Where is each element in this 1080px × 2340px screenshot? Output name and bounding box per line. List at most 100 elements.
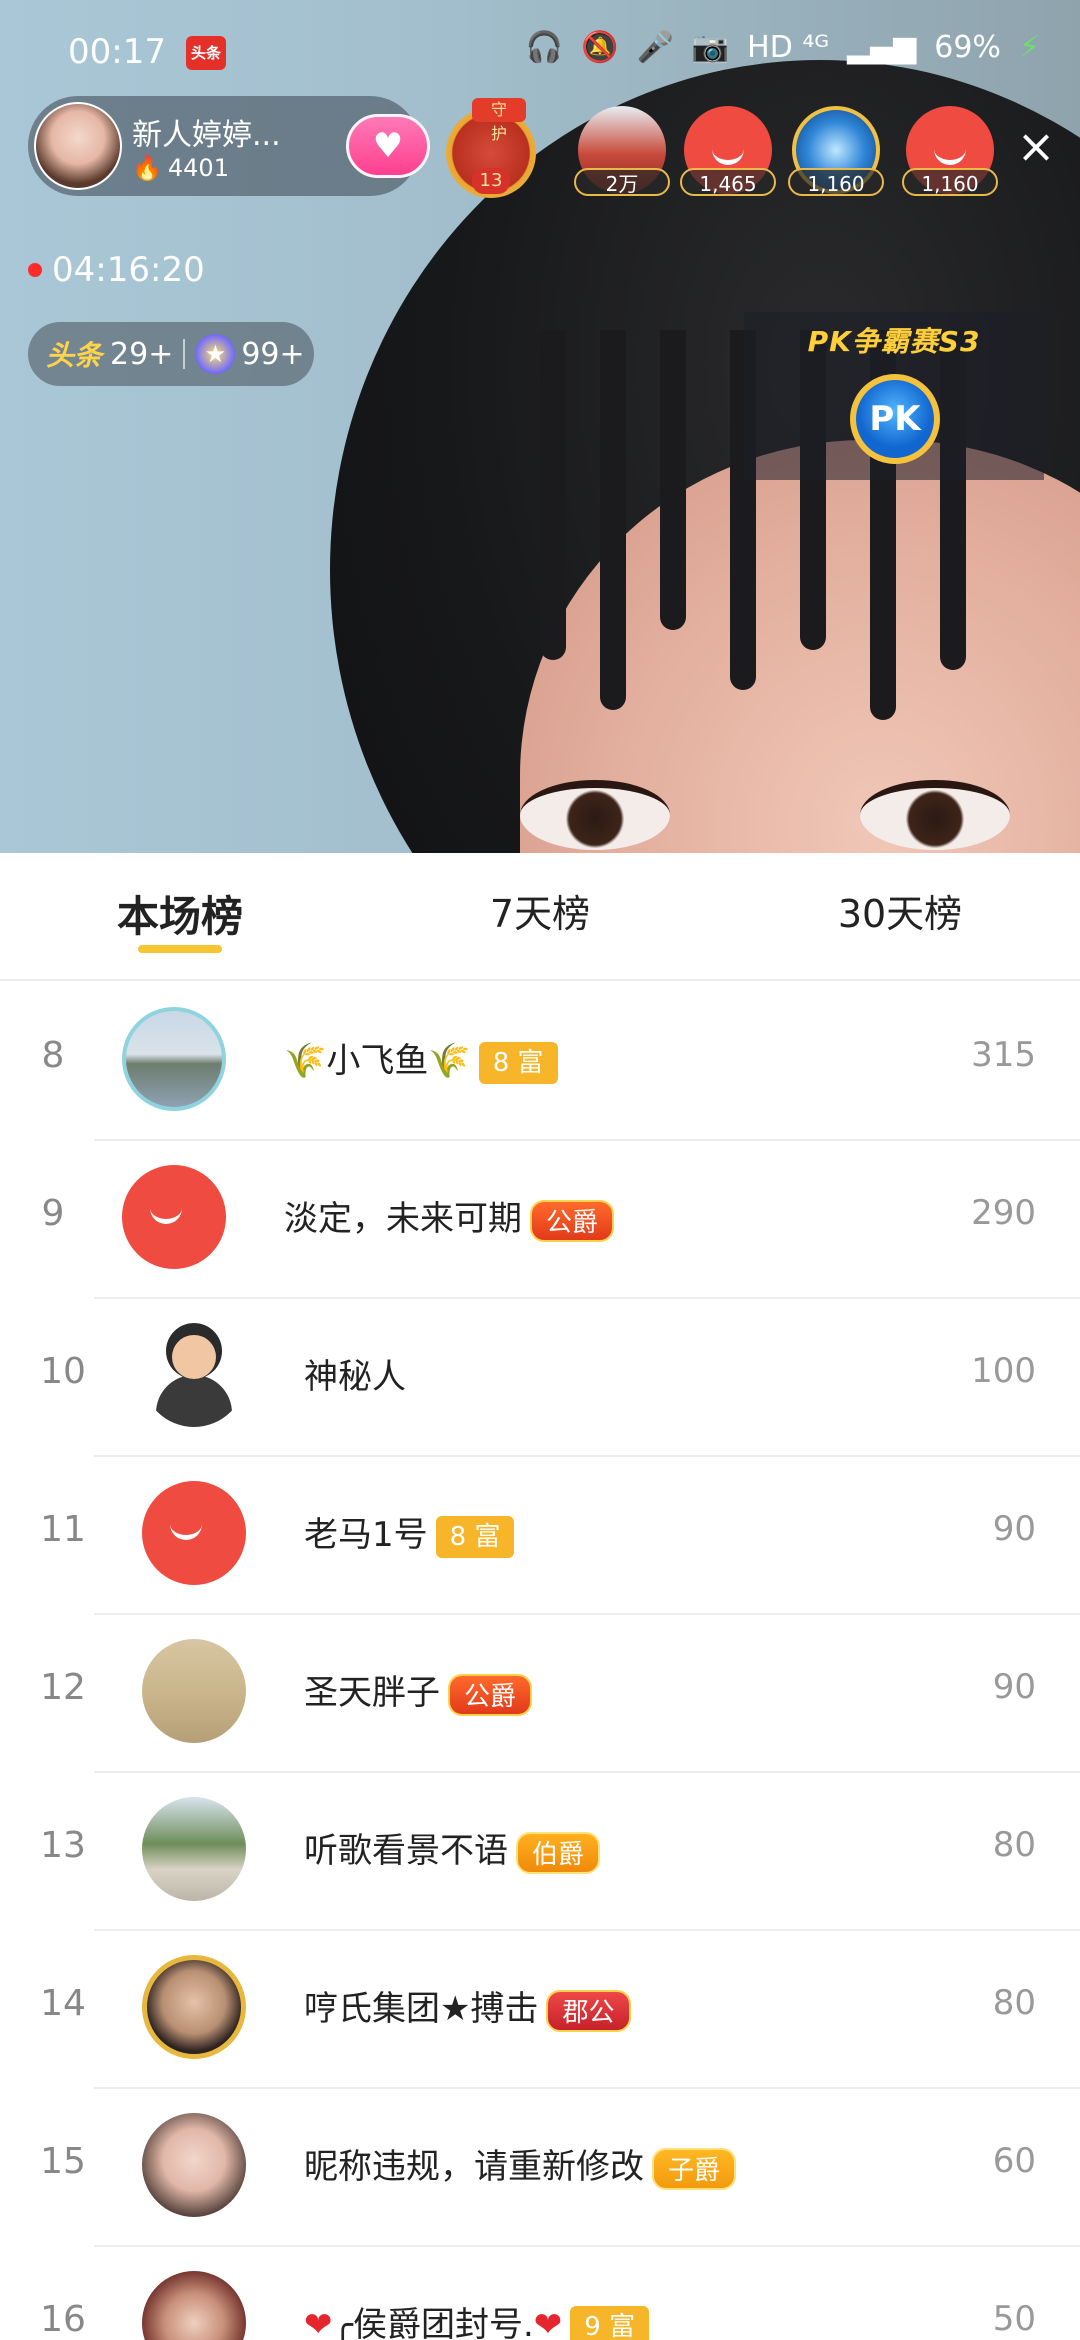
user-score: 90 [992, 1509, 1036, 1549]
ranking-row[interactable]: 10 神秘人 100 [0, 1299, 1080, 1457]
ranking-row[interactable]: 12 圣天胖子 公爵 90 [0, 1615, 1080, 1773]
rank-number: 16 [40, 2299, 86, 2340]
user-name: 听歌看景不语 伯爵 [304, 1823, 601, 1874]
headphone-icon: 🎧 [525, 30, 564, 65]
tab-7-days[interactable]: 7天榜 [390, 883, 690, 938]
ranking-row[interactable]: 15 昵称违规，请重新修改 子爵 60 [0, 2089, 1080, 2247]
user-score: 50 [992, 2299, 1036, 2339]
network-indicator: HD ⁴ᴳ [747, 30, 830, 65]
user-score: 100 [971, 1351, 1036, 1391]
recording-dot-icon [28, 263, 42, 277]
viewer-count: 1,160 [788, 168, 884, 196]
heart-icon: ❤ [533, 2305, 563, 2340]
charging-icon: ⚡ [1018, 30, 1040, 65]
viewer-count: 1,160 [902, 168, 998, 196]
rank-number: 12 [40, 1667, 86, 1708]
signal-icon: ▂▄▆ [847, 30, 917, 65]
rank-number: 8 [41, 1035, 65, 1076]
ranking-row[interactable]: 13 听歌看景不语 伯爵 80 [0, 1773, 1080, 1931]
ranking-sheet: 本场榜 7天榜 30天榜 8 🌾小飞鱼🌾 8 富 315 9 淡定，未来可期 公爵 … [0, 853, 1080, 2340]
duke-badge: 公爵 [530, 1199, 615, 1242]
star-icon: ★ [195, 334, 236, 374]
pk-panel[interactable]: PK争霸赛S3 PK [744, 312, 1044, 480]
duke-badge: 公爵 [448, 1673, 533, 1716]
host-name: 新人婷婷... [132, 118, 281, 153]
toutiao-count: 29+ [110, 336, 174, 372]
top-viewer-4[interactable]: 1,160 [902, 106, 998, 196]
tab-current-show[interactable]: 本场榜 [30, 883, 330, 944]
host-info[interactable]: 新人婷婷... 🔥 4401 ♥ [28, 96, 430, 196]
user-name: 哼氏集团★搏击 郡公 [304, 1981, 631, 2032]
host-heat: 🔥 4401 [132, 154, 229, 182]
user-name: 昵称违规，请重新修改 子爵 [304, 2139, 737, 2190]
toutiao-app-icon: 头条 [186, 36, 226, 70]
ranking-row[interactable]: 9 淡定，未来可期 公爵 290 [0, 1141, 1080, 1299]
rank-number: 9 [41, 1193, 65, 1234]
tab-30-days[interactable]: 30天榜 [750, 883, 1050, 938]
live-room-screen: 00:17 头条 🎧 🔕 🎤 📷 HD ⁴ᴳ ▂▄▆ 69% ⚡ 新人婷婷...… [0, 0, 1080, 2340]
battery-level: 69% [934, 30, 1001, 65]
flame-icon: 🔥 [132, 154, 162, 182]
user-avatar[interactable] [122, 1165, 226, 1269]
rank-number: 10 [40, 1351, 86, 1392]
follow-heart-button[interactable]: ♥ [346, 114, 430, 178]
rich-level-badge: 8 富 [435, 1515, 515, 1558]
camera-icon: 📷 [691, 30, 730, 65]
wheat-icon: 🌾 [284, 1041, 327, 1081]
user-score: 90 [992, 1667, 1036, 1707]
rich-level-badge: 8 富 [478, 1041, 558, 1084]
rank-number: 13 [40, 1825, 86, 1866]
video-eye-right [860, 780, 1010, 850]
top-viewer-3[interactable]: 1,160 [788, 106, 884, 196]
status-bar: 00:17 头条 🎧 🔕 🎤 📷 HD ⁴ᴳ ▂▄▆ 69% ⚡ [0, 0, 1080, 100]
rank-number: 15 [40, 2141, 86, 2182]
live-video[interactable]: 00:17 头条 🎧 🔕 🎤 📷 HD ⁴ᴳ ▂▄▆ 69% ⚡ 新人婷婷...… [0, 0, 1080, 853]
mute-bell-icon: 🔕 [581, 30, 619, 65]
user-avatar[interactable] [142, 2113, 246, 2217]
ranking-row[interactable]: 14 哼氏集团★搏击 郡公 80 [0, 1931, 1080, 2089]
ranking-row[interactable]: 16 ❤╭侯爵团封号.❤ 9 富 50 [0, 2247, 1080, 2340]
user-name: 🌾小飞鱼🌾 8 富 [284, 1033, 558, 1084]
rank-number: 14 [40, 1983, 86, 2024]
guard-badge[interactable]: 守护 13 [440, 98, 542, 198]
user-avatar[interactable] [142, 1797, 246, 1901]
user-score: 60 [992, 2141, 1036, 2181]
ranking-tabs: 本场榜 7天榜 30天榜 [0, 853, 1080, 981]
guard-tag: 守护 [472, 98, 526, 143]
user-name: 老马1号 8 富 [304, 1507, 515, 1558]
rank-number: 11 [40, 1509, 86, 1550]
ranking-row[interactable]: 11 老马1号 8 富 90 [0, 1457, 1080, 1615]
user-score: 80 [992, 1983, 1036, 2023]
top-viewer-1[interactable]: 2万 [574, 106, 670, 196]
mic-icon: 🎤 [636, 30, 674, 65]
active-tab-indicator [138, 945, 222, 953]
toutiao-label: 头条 [46, 339, 103, 372]
rich-level-badge: 9 富 [570, 2305, 650, 2340]
user-avatar[interactable] [122, 1007, 226, 1111]
user-avatar[interactable] [142, 1481, 246, 1585]
user-name: 圣天胖子 公爵 [304, 1665, 533, 1716]
viewer-count: 1,465 [680, 168, 776, 196]
user-score: 80 [992, 1825, 1036, 1865]
guard-count: 13 [472, 168, 510, 194]
close-icon[interactable]: × [1014, 123, 1058, 170]
user-name: ❤╭侯爵团封号.❤ 9 富 [304, 2297, 650, 2340]
user-name: 神秘人 [304, 1357, 406, 1397]
pk-title: PK争霸赛S3 [807, 325, 981, 358]
mystery-user-avatar[interactable] [142, 1323, 246, 1427]
top-viewer-2[interactable]: 1,465 [680, 106, 776, 196]
user-avatar[interactable] [142, 1955, 246, 2059]
status-time: 00:17 [68, 32, 166, 72]
wheat-icon: 🌾 [428, 1041, 471, 1081]
viewer-count: 2万 [574, 168, 670, 196]
room-badges[interactable]: 头条 29+ ★ 99+ [28, 322, 314, 386]
user-score: 290 [971, 1193, 1036, 1233]
user-score: 315 [971, 1035, 1036, 1075]
pk-button[interactable]: PK [850, 374, 940, 464]
viscount-badge: 子爵 [652, 2147, 737, 2190]
host-avatar[interactable] [34, 102, 122, 190]
user-avatar[interactable] [142, 1639, 246, 1743]
user-avatar[interactable] [142, 2271, 246, 2340]
ranking-row[interactable]: 8 🌾小飞鱼🌾 8 富 315 [0, 983, 1080, 1141]
badge-divider [183, 339, 186, 369]
